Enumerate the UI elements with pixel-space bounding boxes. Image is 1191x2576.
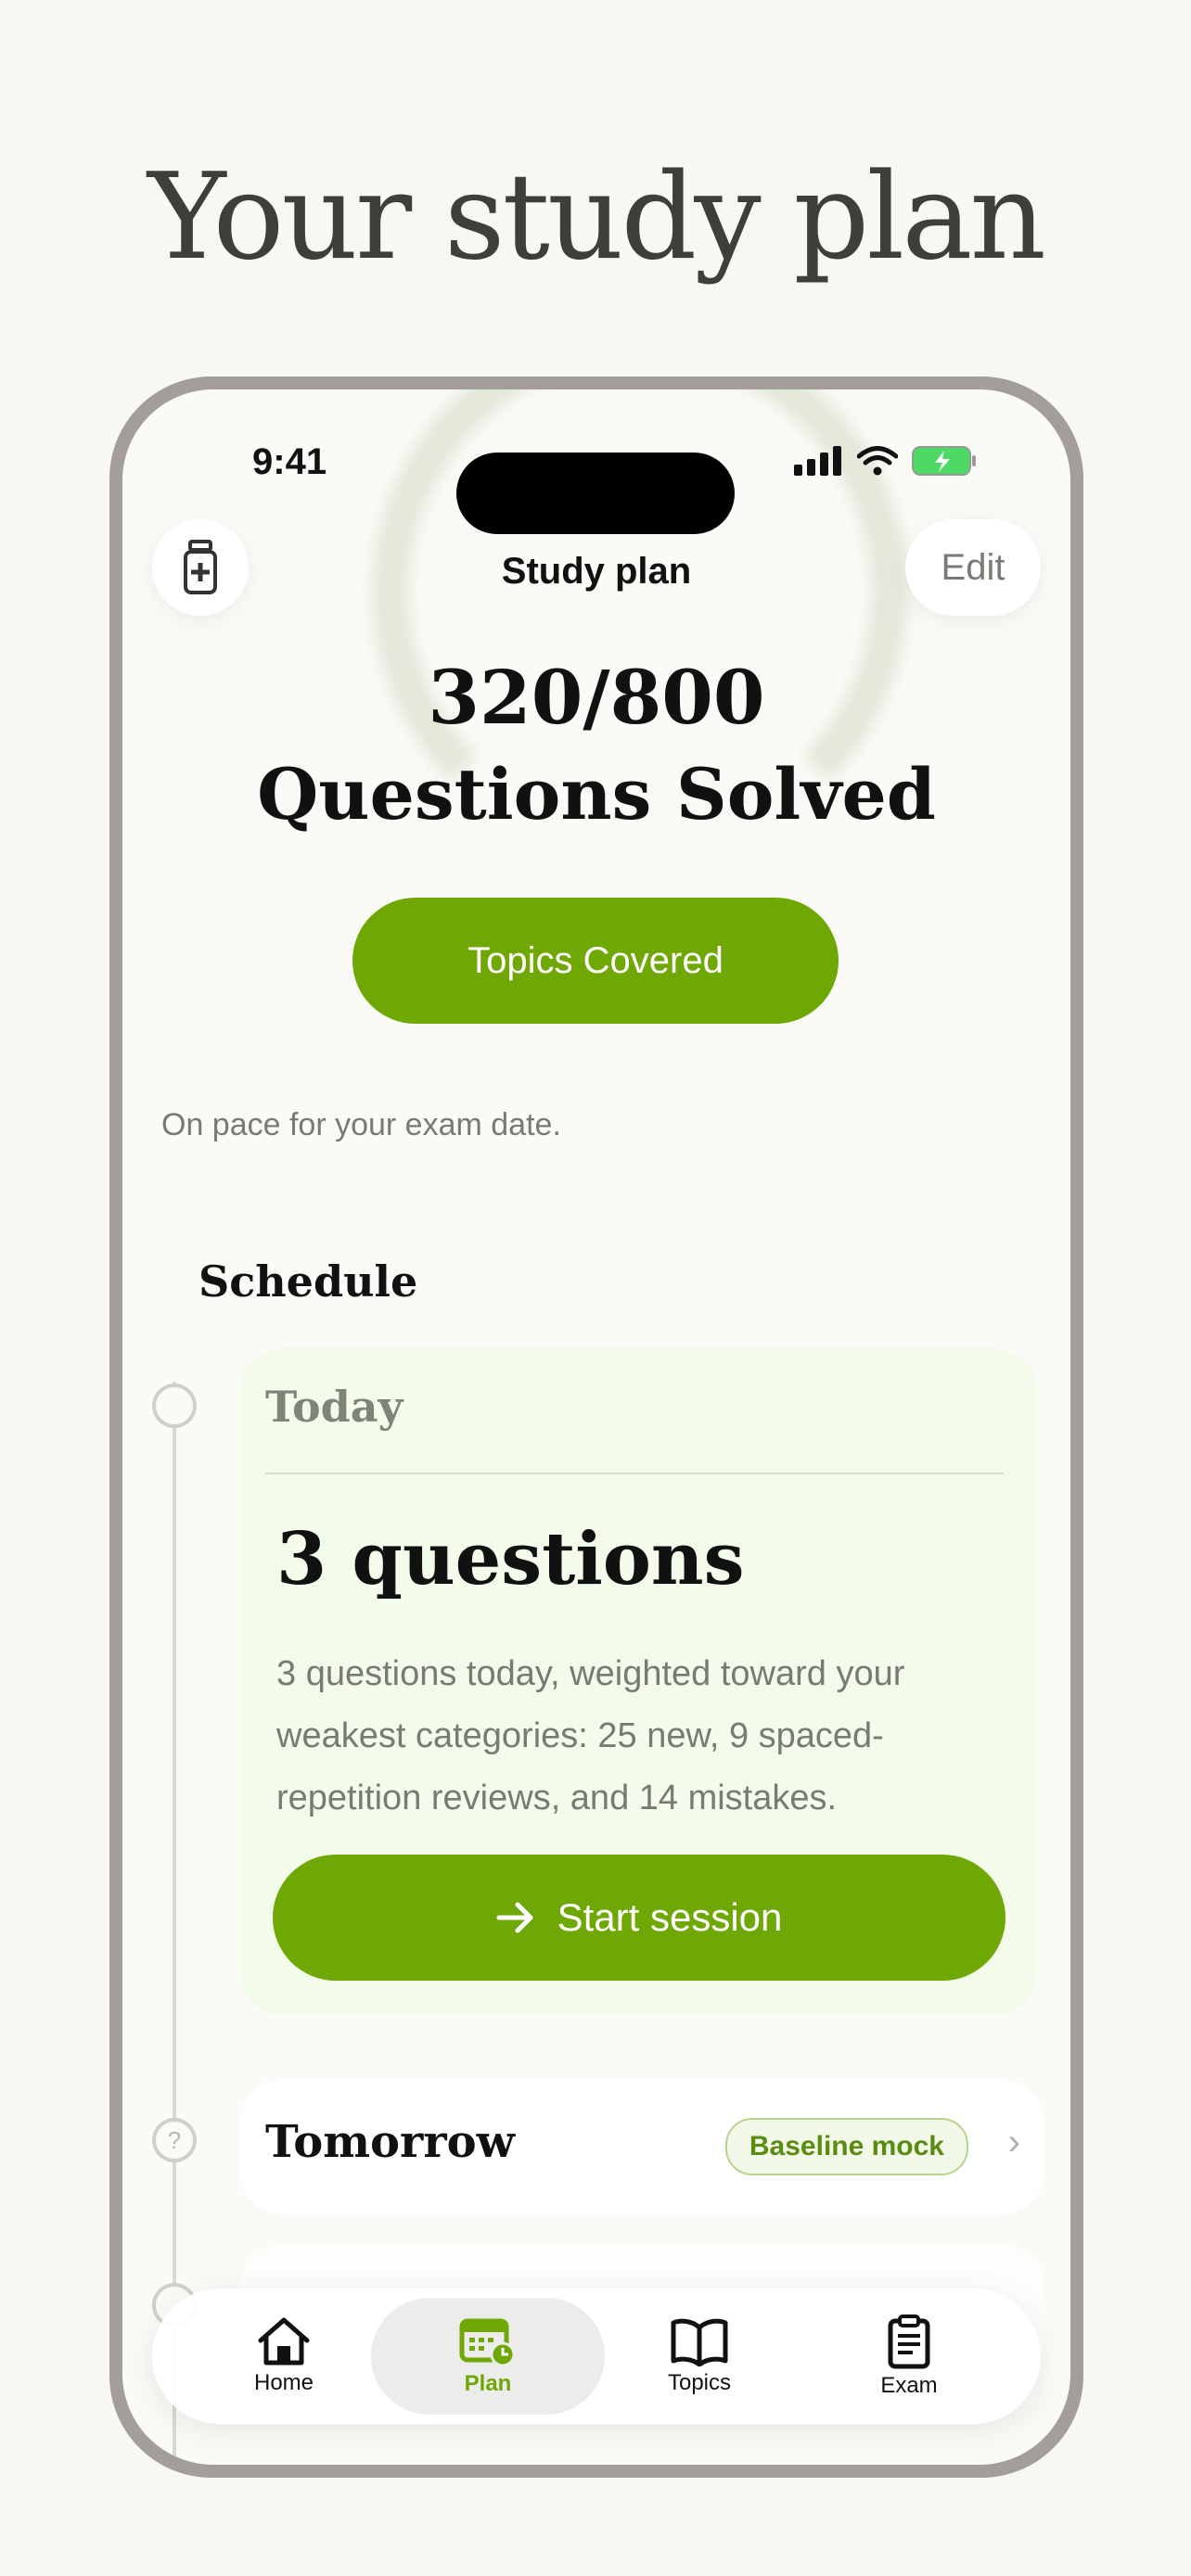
today-label: Today — [265, 1382, 403, 1432]
today-card: Today 3 questions 3 questions today, wei… — [239, 1348, 1037, 2016]
tab-exam[interactable]: Exam — [792, 2298, 1026, 2415]
today-description: 3 questions today, weighted toward your … — [276, 1654, 905, 1817]
navigation-bar: Study plan Edit — [122, 510, 1070, 631]
edit-button[interactable]: Edit — [905, 519, 1041, 616]
battery-charging-icon — [912, 446, 976, 476]
status-icons — [794, 445, 978, 477]
clipboard-icon — [888, 2315, 930, 2369]
schedule-heading: Schedule — [198, 1256, 418, 1307]
divider — [265, 1473, 1004, 1474]
phone-frame: 9:41 Study plan Edit 320/800 Questions S… — [109, 376, 1083, 2478]
baseline-mock-badge: Baseline mock — [724, 2118, 968, 2175]
page-headline: Your study plan — [147, 148, 1046, 287]
tab-exam-label: Exam — [880, 2373, 938, 2398]
tomorrow-row[interactable]: Tomorrow Baseline mock › — [239, 2079, 1044, 2214]
progress-summary: 320/800 Questions Solved — [122, 651, 1070, 846]
start-session-label: Start session — [557, 1895, 783, 1939]
tab-plan[interactable]: Plan — [371, 2298, 605, 2415]
start-session-button[interactable]: Start session — [273, 1855, 1005, 1981]
pace-status-text: On pace for your exam date. — [161, 1107, 561, 1142]
home-icon — [258, 2317, 310, 2366]
timeline-dot-tomorrow: ? — [152, 2118, 197, 2162]
calendar-icon — [459, 2318, 516, 2367]
tomorrow-label: Tomorrow — [265, 2116, 515, 2168]
phone-screen: 9:41 Study plan Edit 320/800 Questions S… — [122, 389, 1070, 2465]
status-bar: 9:41 — [122, 436, 1070, 534]
chevron-right-icon: › — [1007, 2122, 1020, 2162]
progress-count: 320/800 — [428, 654, 765, 741]
cellular-signal-icon — [794, 446, 841, 476]
tab-home-label: Home — [253, 2370, 314, 2395]
arrow-right-icon — [496, 1902, 533, 1933]
book-icon — [671, 2318, 728, 2366]
timeline-dot-today — [152, 1384, 197, 1428]
topics-covered-button[interactable]: Topics Covered — [352, 898, 839, 1024]
tab-plan-label: Plan — [464, 2371, 512, 2396]
tab-bar: Home Plan Topics Exam — [152, 2289, 1041, 2424]
tab-topics[interactable]: Topics — [583, 2298, 816, 2415]
tab-home[interactable]: Home — [167, 2298, 401, 2415]
today-question-count: 3 questions — [276, 1517, 745, 1601]
status-time: 9:41 — [252, 441, 327, 482]
wifi-icon — [857, 446, 898, 476]
progress-label: Questions Solved — [257, 753, 936, 835]
tab-topics-label: Topics — [667, 2370, 732, 2395]
